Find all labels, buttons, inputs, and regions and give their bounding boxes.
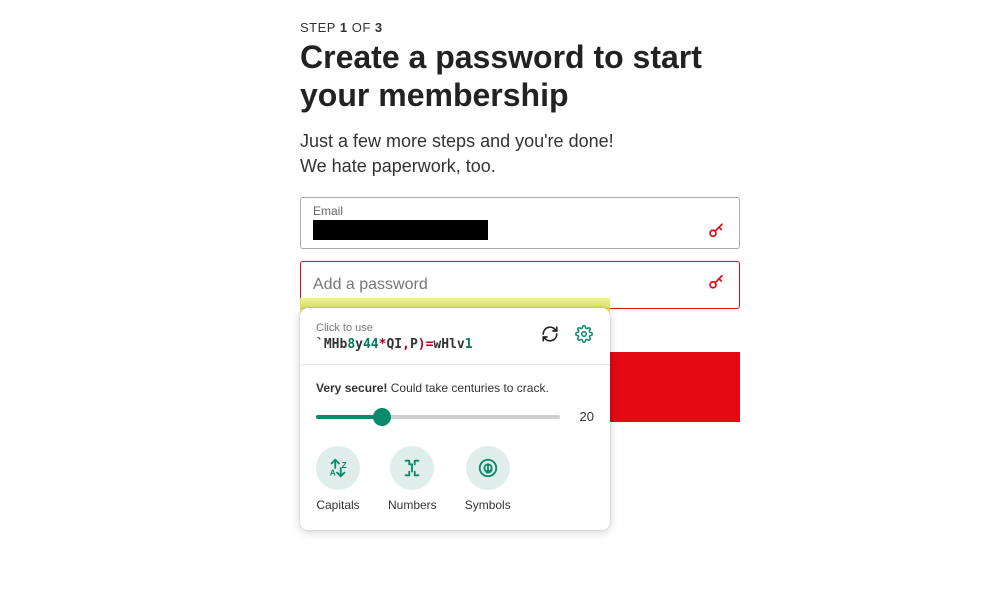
capitals-label: Capitals	[316, 498, 359, 512]
password-placeholder: Add a password	[313, 276, 428, 293]
symbols-label: Symbols	[465, 498, 511, 512]
settings-gear-icon[interactable]	[574, 324, 594, 344]
symbols-toggle[interactable]	[466, 446, 510, 490]
email-label: Email	[313, 204, 689, 218]
capitals-toggle[interactable]: AZ	[316, 446, 360, 490]
page-subtitle: Just a few more steps and you're done!We…	[300, 129, 740, 179]
key-icon[interactable]	[707, 273, 725, 296]
password-generator-popup: Click to use `MHb8y44*QI,P)=wHlv1 Very s…	[300, 308, 610, 530]
length-slider[interactable]	[316, 415, 560, 419]
length-value: 20	[572, 409, 594, 424]
generated-password-clickzone[interactable]: Click to use `MHb8y44*QI,P)=wHlv1	[316, 322, 540, 352]
regenerate-icon[interactable]	[540, 324, 560, 344]
email-field[interactable]: Email	[300, 197, 740, 249]
slider-knob[interactable]	[373, 408, 391, 426]
svg-text:A: A	[330, 468, 336, 477]
svg-text:Z: Z	[342, 461, 347, 470]
step-indicator: STEP 1 OF 3	[300, 20, 740, 35]
key-icon[interactable]	[707, 222, 725, 245]
page-title: Create a password to startyour membershi…	[300, 39, 740, 115]
numbers-toggle[interactable]	[390, 446, 434, 490]
email-value-redacted	[313, 220, 488, 240]
numbers-label: Numbers	[388, 498, 437, 512]
strength-text: Very secure! Could take centuries to cra…	[316, 381, 594, 395]
generated-password: `MHb8y44*QI,P)=wHlv1	[316, 337, 540, 352]
click-to-use-label: Click to use	[316, 322, 540, 334]
